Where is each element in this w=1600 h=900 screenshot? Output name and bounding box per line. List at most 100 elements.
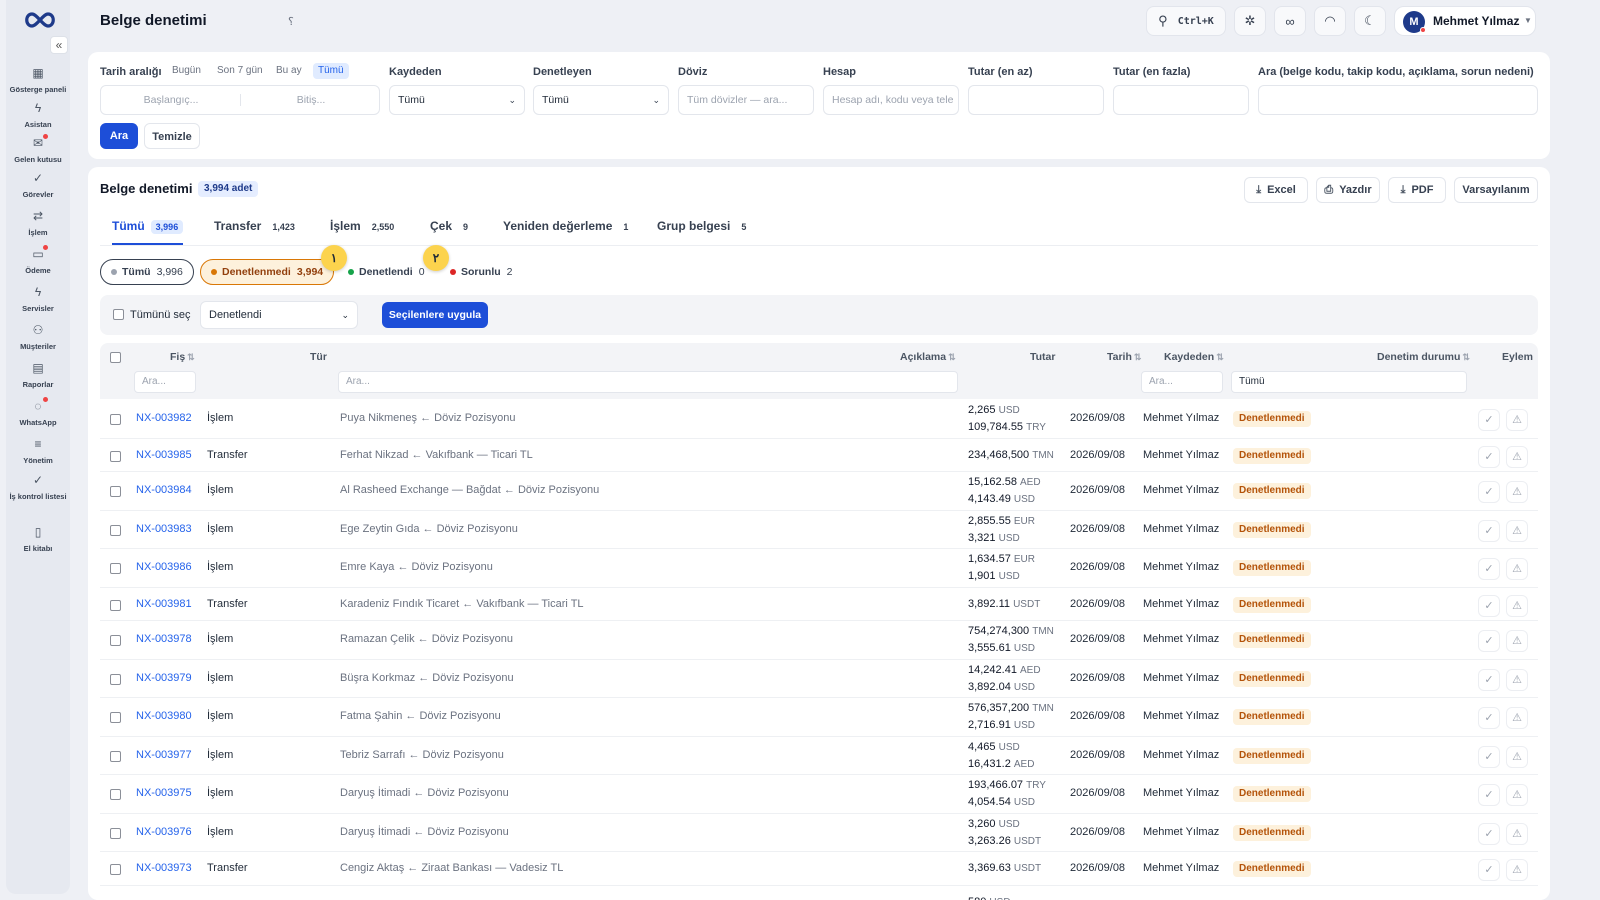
status-pill-problematic[interactable]: Sorunlu 2	[440, 259, 523, 285]
column-header-durum[interactable]: Denetim durumu ⇅	[1377, 351, 1470, 363]
warning-icon[interactable]: ⚠	[1506, 859, 1528, 881]
table-row[interactable]: NX-003980 İşlem Fatma Şahin ← Döviz Pozisy…	[100, 698, 1538, 737]
approve-icon[interactable]: ✓	[1478, 745, 1500, 768]
warning-icon[interactable]: ⚠	[1506, 594, 1528, 617]
table-row[interactable]: NX-003976 İşlem Daryuş İtimadi ← Döviz Poz…	[100, 814, 1538, 852]
table-row[interactable]: NX-003981 Transfer Karadeniz Fındık Ticare…	[100, 588, 1538, 621]
sidebar-item-transactions[interactable]: ⇄ İşlem	[6, 209, 70, 238]
currency-input[interactable]: Tüm dövizler — ara...	[678, 85, 814, 115]
row-checkbox[interactable]	[110, 673, 121, 685]
end-date-input[interactable]: Bitiş...	[241, 86, 379, 114]
warning-icon[interactable]: ⚠	[1506, 784, 1528, 806]
sidebar-item-dashboard[interactable]: ▦ Gösterge paneli	[6, 66, 70, 95]
warning-icon[interactable]: ⚠	[1506, 481, 1528, 503]
document-code-link[interactable]: NX-003975	[136, 787, 192, 799]
select-all-checkbox[interactable]	[113, 309, 124, 320]
warning-icon[interactable]: ⚠	[1506, 822, 1528, 845]
tab-group-document[interactable]: Grup belgesi 5	[657, 219, 751, 245]
print-button[interactable]: ⎙ Yazdır	[1316, 177, 1380, 203]
row-checkbox[interactable]	[110, 864, 121, 875]
document-code-link[interactable]: NX-003986	[136, 561, 192, 573]
warning-icon[interactable]: ⚠	[1506, 630, 1528, 652]
table-row[interactable]: NX-003986 İşlem Emre Kaya ← Döviz Pozisyon…	[100, 549, 1538, 588]
approve-icon[interactable]: ✓	[1478, 784, 1500, 806]
row-checkbox[interactable]	[110, 563, 121, 574]
column-header-kaydeden[interactable]: Kaydeden ⇅	[1164, 351, 1224, 363]
document-code-link[interactable]: NX-003979	[136, 672, 192, 684]
approve-icon[interactable]: ✓	[1478, 519, 1500, 542]
table-row[interactable]: NX-003977 İşlem Tebriz Sarrafı ← Döviz Poz…	[100, 737, 1538, 775]
sidebar-item-checklist[interactable]: ✓ İş kontrol listesi	[6, 473, 70, 502]
approve-icon[interactable]: ✓	[1478, 668, 1500, 691]
approve-icon[interactable]: ✓	[1478, 707, 1500, 729]
row-checkbox[interactable]	[110, 486, 121, 497]
excel-button[interactable]: ⤓ Excel	[1244, 177, 1308, 203]
bulk-status-select[interactable]: Denetlendi ⌄	[200, 301, 358, 329]
account-input[interactable]: Hesap adı, kodu veya tele	[823, 85, 959, 115]
command-search-button[interactable]: ⚲ Ctrl+K	[1146, 6, 1226, 36]
table-row[interactable]: NX-003983 İşlem Ege Zeytin Gıda ← Döviz Po…	[100, 511, 1538, 549]
column-header-fis[interactable]: Fiş ⇅	[170, 351, 195, 363]
help-icon[interactable]: ؟	[288, 15, 294, 28]
warning-icon[interactable]: ⚠	[1506, 409, 1528, 431]
document-code-link[interactable]: NX-003984	[136, 484, 192, 496]
sidebar-item-tasks[interactable]: ✓ Görevler	[6, 171, 70, 200]
logo-icon[interactable]	[22, 8, 58, 32]
status-pill-audited[interactable]: Denetlendi 0	[338, 259, 435, 285]
tab-transaction[interactable]: İşlem 2,550	[330, 219, 399, 245]
document-code-link[interactable]: NX-003976	[136, 826, 192, 838]
sidebar-item-customers[interactable]: ⚇ Müşteriler	[6, 323, 70, 352]
approve-icon[interactable]: ✓	[1478, 481, 1500, 503]
approve-icon[interactable]: ✓	[1478, 594, 1500, 617]
document-code-link[interactable]: NX-003983	[136, 523, 192, 535]
row-checkbox[interactable]	[110, 524, 121, 536]
row-checkbox[interactable]	[110, 789, 121, 800]
warning-icon[interactable]: ⚠	[1506, 745, 1528, 768]
approve-icon[interactable]: ✓	[1478, 445, 1500, 468]
row-checkbox[interactable]	[110, 635, 121, 646]
row-checkbox[interactable]	[110, 750, 121, 762]
collapse-sidebar-button[interactable]: «	[50, 36, 68, 54]
apply-selected-button[interactable]: Seçilenlere uygula	[382, 302, 488, 328]
row-checkbox[interactable]	[110, 414, 121, 425]
search-button[interactable]: Ara	[100, 123, 138, 149]
link-button[interactable]: ∞	[1274, 6, 1306, 36]
sidebar-item-reports[interactable]: ▤ Raporlar	[6, 361, 70, 390]
approve-icon[interactable]: ✓	[1478, 822, 1500, 845]
date-chip-today[interactable]: Bugün	[167, 63, 206, 79]
tab-transfer[interactable]: Transfer 1,423	[214, 219, 300, 245]
warning-icon[interactable]: ⚠	[1506, 668, 1528, 691]
table-row[interactable]: 580 USD	[100, 886, 1538, 900]
status-pill-all[interactable]: Tümü 3,996	[100, 259, 194, 285]
date-chip-all[interactable]: Tümü	[313, 63, 349, 79]
header-checkbox[interactable]	[110, 352, 121, 363]
sidebar-item-services[interactable]: ϟ Servisler	[6, 285, 70, 314]
warning-icon[interactable]: ⚠	[1506, 558, 1528, 580]
table-row[interactable]: NX-003975 İşlem Daryuş İtimadi ← Döviz Poz…	[100, 775, 1538, 814]
pdf-button[interactable]: ⤓ PDF	[1388, 177, 1446, 203]
defaults-button[interactable]: Varsayılanım	[1454, 177, 1538, 203]
column-header-aciklama[interactable]: Açıklama ⇅	[900, 351, 956, 363]
document-code-link[interactable]: NX-003985	[136, 449, 192, 461]
sidebar-item-handbook[interactable]: ▯ El kitabı	[6, 525, 70, 554]
notifications-button[interactable]: ◠	[1314, 6, 1346, 36]
aciklama-filter-input[interactable]: Ara...	[338, 371, 958, 393]
clear-button[interactable]: Temizle	[144, 123, 200, 149]
row-checkbox[interactable]	[110, 827, 121, 839]
tab-all[interactable]: Tümü 3,996	[112, 219, 184, 245]
table-row[interactable]: NX-003979 İşlem Büşra Korkmaz ← Döviz Pozi…	[100, 660, 1538, 698]
date-chip-last7[interactable]: Son 7 gün	[212, 63, 268, 79]
date-chip-month[interactable]: Bu ay	[271, 63, 307, 79]
document-code-link[interactable]: NX-003981	[136, 598, 192, 610]
status-pill-unaudited[interactable]: Denetlenmedi 3,994	[200, 259, 335, 285]
table-row[interactable]: NX-003973 Transfer Cengiz Aktaş ← Ziraat B…	[100, 852, 1538, 886]
document-code-link[interactable]: NX-003980	[136, 710, 192, 722]
fis-filter-input[interactable]: Ara...	[134, 371, 196, 393]
tab-revaluation[interactable]: Yeniden değerleme 1	[503, 219, 633, 245]
max-amount-input[interactable]	[1113, 85, 1249, 115]
row-checkbox[interactable]	[110, 450, 121, 462]
warning-icon[interactable]: ⚠	[1506, 519, 1528, 542]
approve-icon[interactable]: ✓	[1478, 630, 1500, 652]
table-row[interactable]: NX-003982 İşlem Puya Nikmeneş ← Döviz Pozi…	[100, 400, 1538, 439]
approve-icon[interactable]: ✓	[1478, 859, 1500, 881]
